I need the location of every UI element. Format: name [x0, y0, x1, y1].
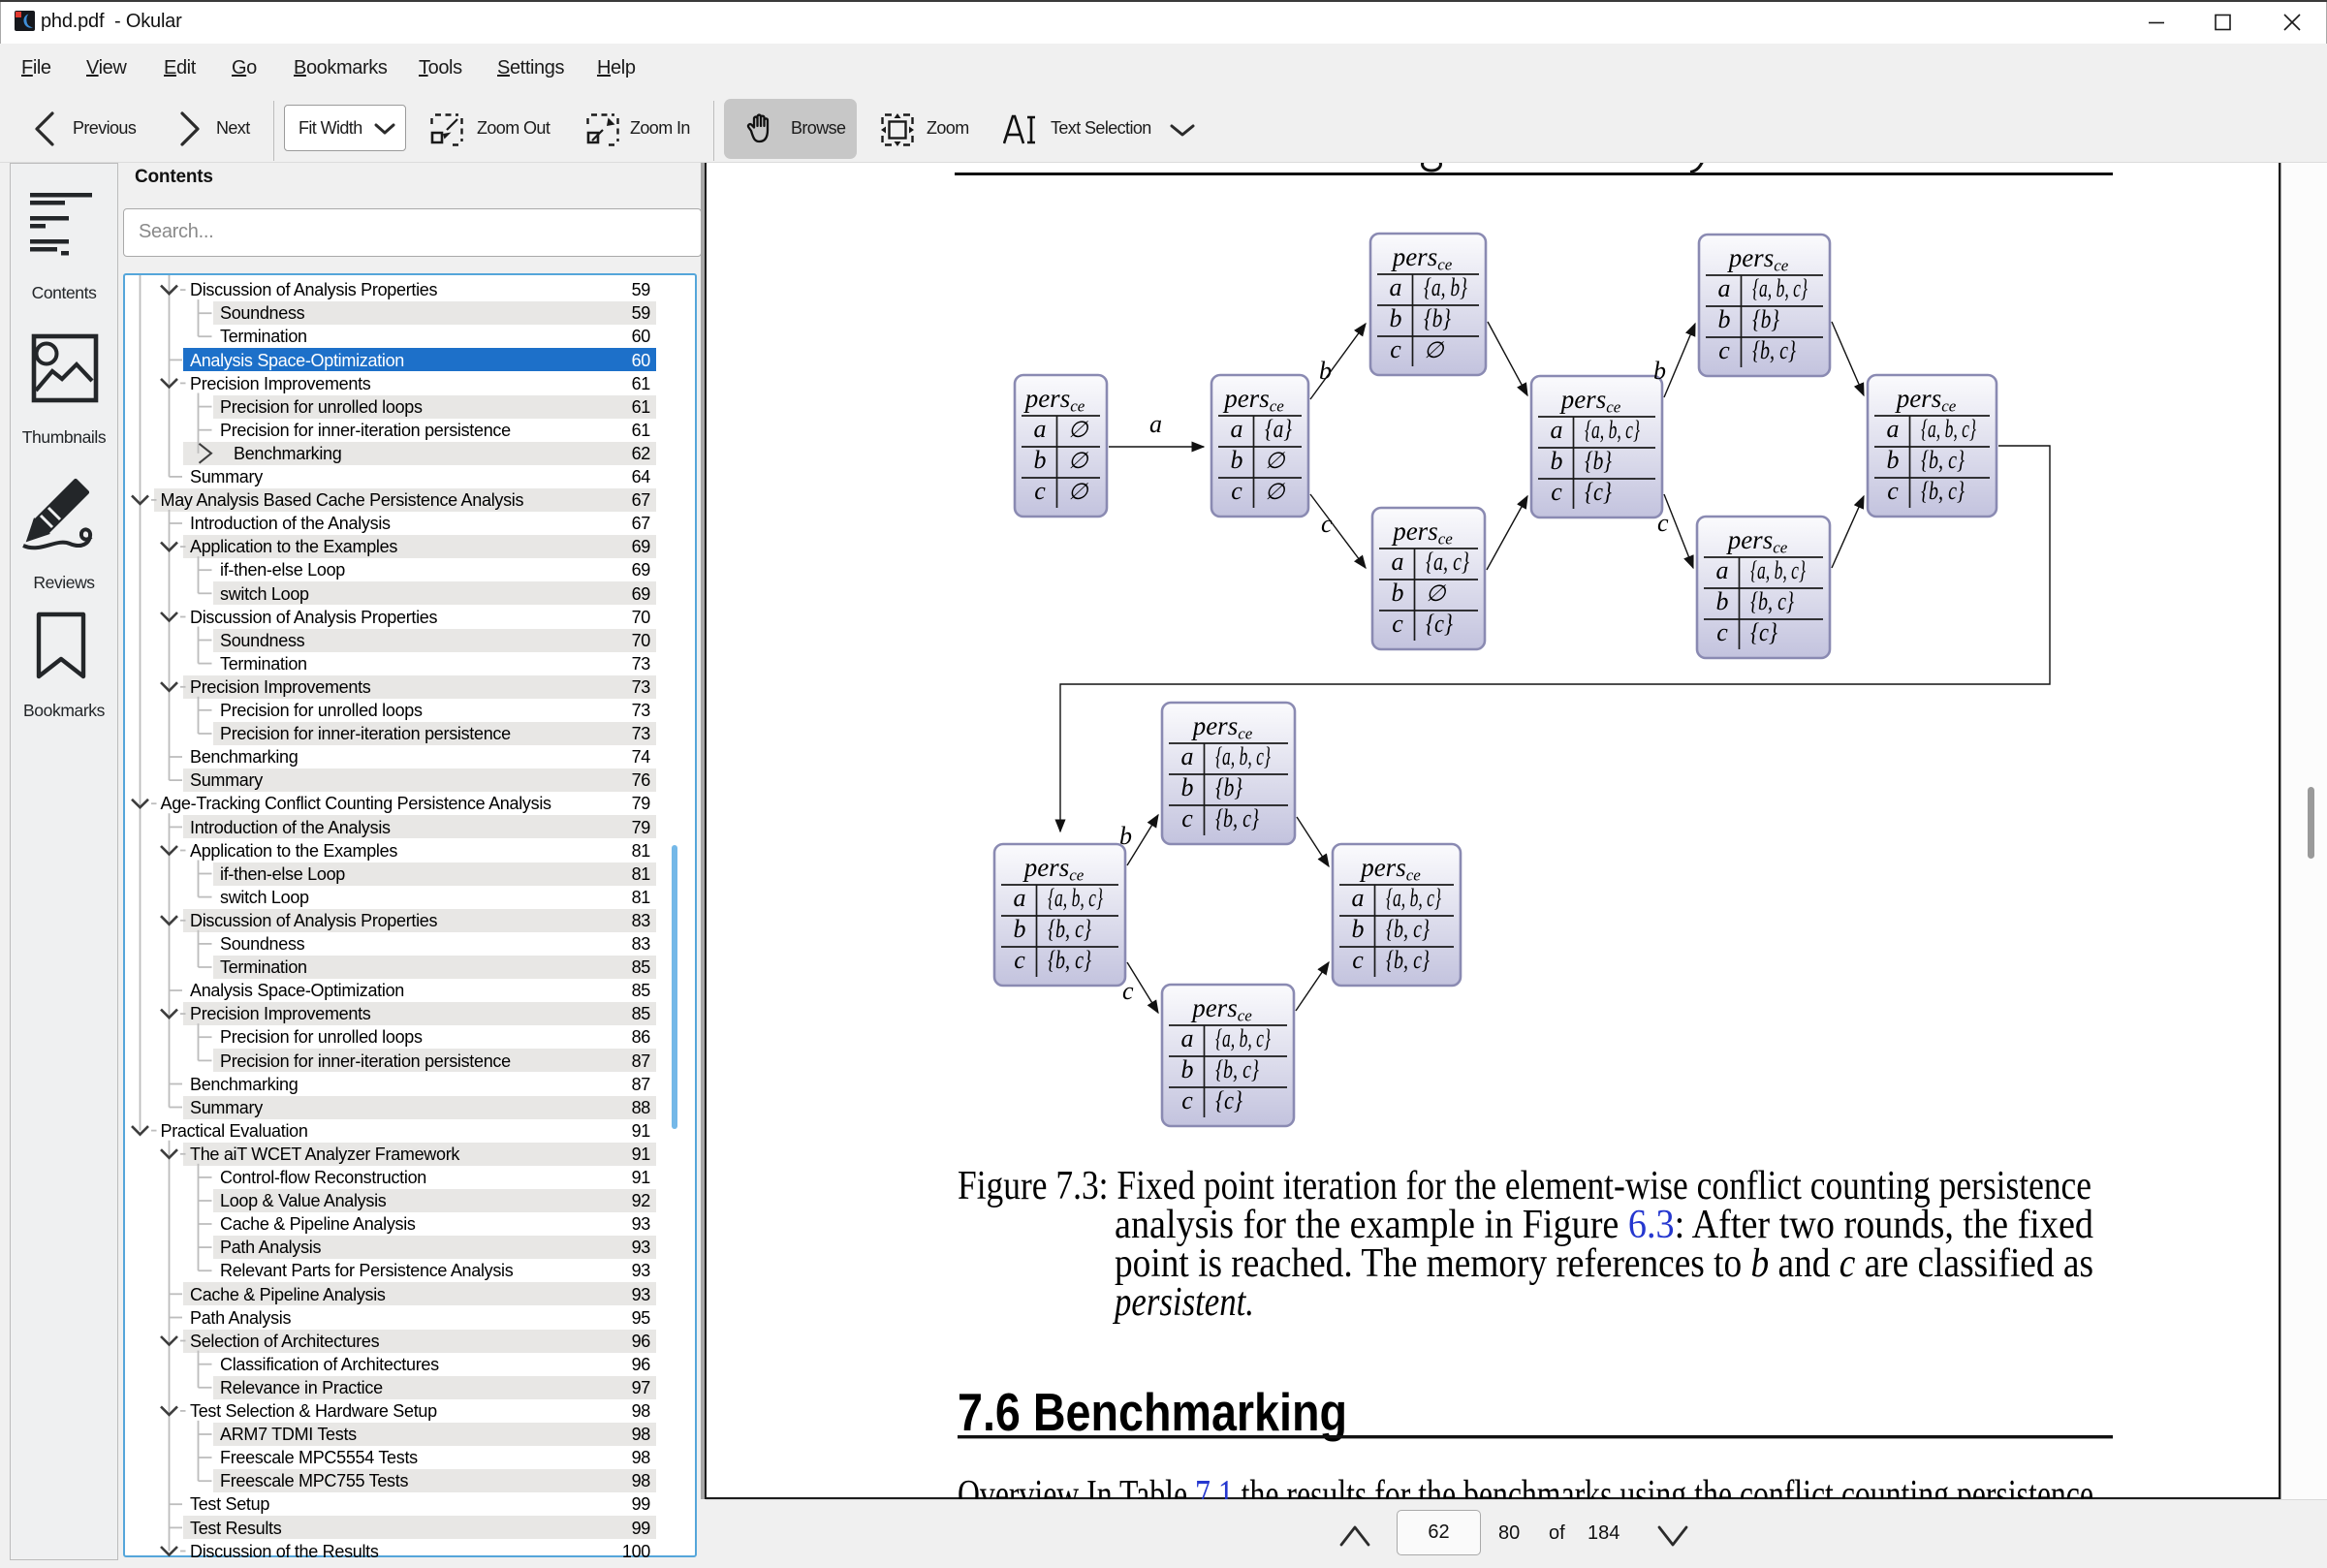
svg-text:b: b	[1390, 304, 1402, 332]
svg-text:a: a	[1352, 884, 1365, 912]
svg-text:∅: ∅	[1068, 449, 1089, 474]
svg-text:b: b	[1034, 446, 1047, 474]
svg-text:c: c	[1321, 510, 1333, 538]
svg-text:{c}: {c}	[1585, 478, 1613, 506]
svg-text:{b, c}: {b, c}	[1215, 1055, 1259, 1083]
svg-text:{a, b, c}: {a, b, c}	[1215, 1024, 1271, 1052]
svg-text:a: a	[1181, 1024, 1194, 1052]
svg-text:a: a	[1034, 415, 1047, 443]
svg-text:point is reached. The memory: point is reached. The memory references …	[1115, 1241, 2093, 1286]
svg-text:b: b	[1887, 446, 1900, 474]
svg-text:{a, b, c}: {a, b, c}	[1048, 884, 1103, 912]
svg-text:{c}: {c}	[1215, 1086, 1243, 1114]
svg-text:b: b	[1181, 1055, 1194, 1083]
svg-text:{a, b, c}: {a, b, c}	[1750, 556, 1806, 584]
svg-text:a: a	[1887, 415, 1900, 443]
svg-text:c: c	[1887, 477, 1899, 505]
svg-text:{a}: {a}	[1265, 415, 1292, 443]
svg-text:a: a	[1390, 273, 1402, 301]
svg-text:7.6 Benchmarking: 7.6 Benchmarking	[958, 1382, 1347, 1442]
svg-text:{b}: {b}	[1752, 305, 1779, 333]
svg-text:a: a	[1716, 556, 1729, 584]
svg-text:a: a	[1149, 410, 1162, 438]
svg-text:b: b	[1653, 357, 1666, 385]
svg-text:∅: ∅	[1426, 581, 1447, 607]
svg-text:Overview In Table 7.1 the resu: Overview In Table 7.1 the results for th…	[958, 1473, 2093, 1499]
svg-text:{b, c}: {b, c}	[1048, 915, 1091, 943]
svg-text:{b, c}: {b, c}	[1215, 804, 1259, 832]
svg-text:a: a	[1181, 742, 1194, 770]
svg-text:{b}: {b}	[1585, 447, 1612, 475]
svg-text:{b, c}: {b, c}	[1921, 477, 1965, 505]
svg-text:a: a	[1014, 884, 1026, 912]
svg-text:∅: ∅	[1424, 338, 1445, 363]
svg-text:b: b	[1119, 822, 1132, 850]
svg-text:b: b	[1551, 447, 1563, 475]
svg-text:b: b	[1716, 587, 1729, 615]
svg-text:{a, b, c}: {a, b, c}	[1585, 416, 1640, 444]
svg-text:∅: ∅	[1265, 480, 1286, 505]
svg-text:{b, c}: {b, c}	[1752, 336, 1796, 364]
svg-text:{a, b}: {a, b}	[1424, 273, 1467, 301]
svg-text:{b}: {b}	[1215, 773, 1242, 801]
svg-text:{b, c}: {b, c}	[1048, 946, 1091, 974]
svg-text:{b, c}: {b, c}	[1386, 946, 1430, 974]
svg-text:{c}: {c}	[1426, 610, 1454, 638]
svg-text:{c}: {c}	[1750, 618, 1778, 646]
svg-text:{a, b, c}: {a, b, c}	[1386, 884, 1441, 912]
svg-text:b: b	[1231, 446, 1243, 474]
svg-text:c: c	[1718, 336, 1730, 364]
svg-text:c: c	[1551, 478, 1562, 506]
svg-text:{b}: {b}	[1424, 304, 1451, 332]
svg-text:a: a	[1392, 548, 1404, 576]
svg-text:a: a	[1718, 274, 1731, 302]
svg-text:{a, b, c}: {a, b, c}	[1752, 274, 1808, 302]
svg-text:{a, b, c}: {a, b, c}	[1921, 415, 1976, 443]
svg-text:b: b	[1352, 915, 1365, 943]
svg-text:c: c	[1657, 509, 1669, 537]
svg-text:{b, c}: {b, c}	[1386, 915, 1430, 943]
svg-text:c: c	[1392, 610, 1403, 638]
svg-text:a: a	[1551, 416, 1563, 444]
svg-text:c: c	[1181, 804, 1193, 832]
svg-text:c: c	[1034, 477, 1046, 505]
svg-text:c: c	[1352, 946, 1364, 974]
svg-text:b: b	[1392, 579, 1404, 607]
svg-text:c: c	[1181, 1086, 1193, 1114]
svg-text:c: c	[1716, 618, 1728, 646]
svg-text:{a, c}: {a, c}	[1426, 548, 1469, 576]
svg-text:∅: ∅	[1068, 480, 1089, 505]
svg-text:{a, b, c}: {a, b, c}	[1215, 742, 1271, 770]
svg-text:persistent.: persistent.	[1113, 1280, 1254, 1325]
svg-text:a: a	[1231, 415, 1243, 443]
svg-text:b: b	[1014, 915, 1026, 943]
svg-text:c: c	[1122, 977, 1134, 1005]
svg-text:b: b	[1181, 773, 1194, 801]
svg-text:{b, c}: {b, c}	[1750, 587, 1794, 615]
svg-text:∅: ∅	[1265, 449, 1286, 474]
svg-text:c: c	[1014, 946, 1025, 974]
svg-text:c: c	[1390, 335, 1401, 363]
svg-text:c: c	[1231, 477, 1242, 505]
svg-text:∅: ∅	[1068, 418, 1089, 443]
svg-text:b: b	[1718, 305, 1731, 333]
svg-text:{b, c}: {b, c}	[1921, 446, 1965, 474]
svg-text:b: b	[1319, 357, 1332, 385]
